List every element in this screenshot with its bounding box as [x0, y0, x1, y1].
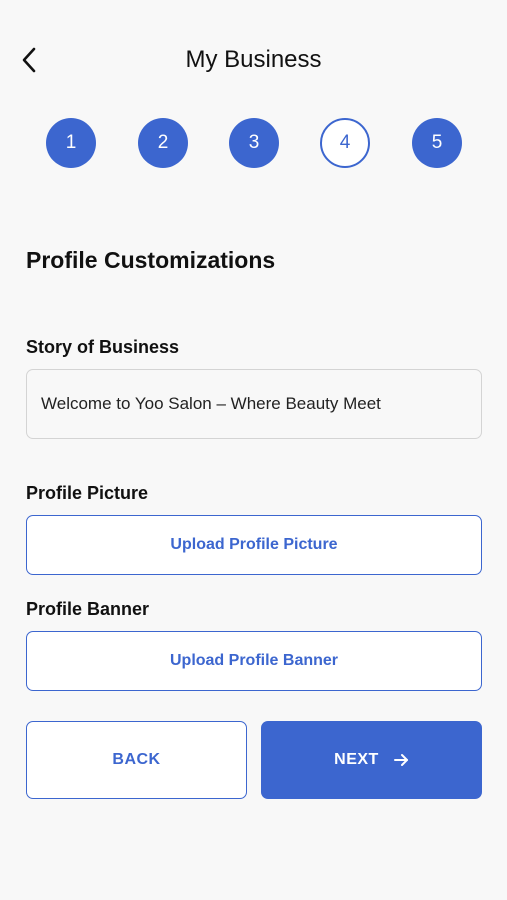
progress-stepper: 1 2 3 4 5: [0, 118, 507, 168]
arrow-right-icon: [393, 752, 409, 768]
step-5[interactable]: 5: [412, 118, 462, 168]
page-title: My Business: [185, 46, 322, 73]
story-of-business-label: Story of Business: [26, 337, 180, 357]
back-button-label: BACK: [112, 751, 161, 768]
next-button[interactable]: NEXT: [261, 721, 482, 799]
header-bar: My Business: [0, 30, 507, 90]
section-title: Profile Customizations: [26, 247, 276, 273]
next-button-label: NEXT: [334, 751, 379, 768]
upload-profile-banner-button[interactable]: Upload Profile Banner: [26, 631, 482, 691]
step-4-current[interactable]: 4: [320, 118, 370, 168]
step-2[interactable]: 2: [138, 118, 188, 168]
back-button[interactable]: BACK: [26, 721, 247, 799]
step-1[interactable]: 1: [46, 118, 96, 168]
profile-banner-label: Profile Banner: [26, 599, 150, 619]
story-of-business-input[interactable]: Welcome to Yoo Salon – Where Beauty Meet: [26, 369, 482, 439]
step-3[interactable]: 3: [229, 118, 279, 168]
upload-profile-picture-button[interactable]: Upload Profile Picture: [26, 515, 482, 575]
profile-picture-label: Profile Picture: [26, 483, 149, 503]
